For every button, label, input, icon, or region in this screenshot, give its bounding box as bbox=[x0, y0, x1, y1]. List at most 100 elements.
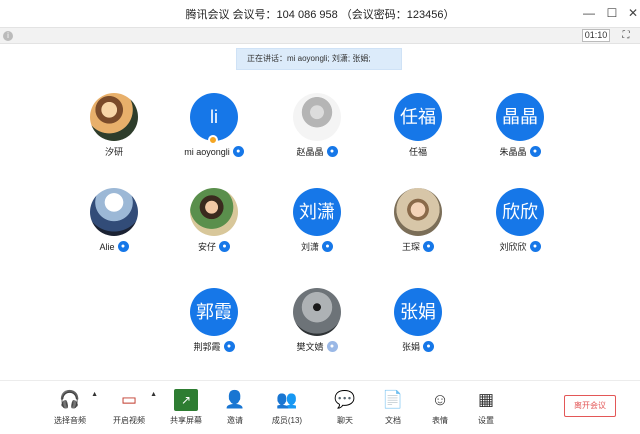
invite-label: 邀请 bbox=[227, 416, 243, 425]
docs-button[interactable]: 📄 文档 bbox=[371, 389, 415, 431]
avatar: 欣欣 bbox=[496, 188, 544, 236]
speaking-banner: 正在讲话：mi aoyongli; 刘潇; 张娟; bbox=[236, 48, 402, 70]
members-label: 成员(13) bbox=[271, 416, 303, 425]
participant-tile[interactable]: 郭霞荆郭霞 ● bbox=[164, 288, 264, 364]
fullscreen-icon[interactable]: ⛶ bbox=[619, 29, 633, 42]
settings-label: 设置 bbox=[478, 416, 494, 425]
video-button[interactable]: ▭ ▲ 开启视频 bbox=[107, 389, 157, 431]
participant-tile[interactable]: 任福 任福 bbox=[368, 93, 468, 169]
members-icon: 👥 bbox=[276, 390, 298, 409]
participant-name: mi aoyongli bbox=[184, 147, 230, 157]
members-button[interactable]: 👥 成员(13) bbox=[265, 389, 309, 431]
participant-tile[interactable]: 晶晶朱晶晶 ● bbox=[470, 93, 570, 169]
status-bar: i 01:10 ⛶ bbox=[0, 27, 640, 44]
mic-icon: ● bbox=[529, 146, 541, 158]
invite-button[interactable]: 👤 邀请 bbox=[213, 389, 257, 431]
docs-label: 文档 bbox=[385, 416, 401, 425]
video-caret-icon[interactable]: ▲ bbox=[150, 391, 157, 398]
mic-muted-icon: ● bbox=[326, 341, 338, 353]
participant-name: 刘欣欣 bbox=[499, 242, 527, 252]
share-screen-button[interactable]: ↗ 共享屏幕 bbox=[164, 389, 208, 431]
participant-tile[interactable]: 欣欣刘欣欣 ● bbox=[470, 188, 570, 264]
bottom-toolbar: 🎧 ▲ 选择音频 ▭ ▲ 开启视频 ↗ 共享屏幕 👤 邀请 👥 成员(13) 💬… bbox=[0, 380, 640, 434]
audio-label: 选择音频 bbox=[54, 416, 86, 425]
avatar: 刘潇 bbox=[293, 188, 341, 236]
participant-name-row: 荆郭霞 ● bbox=[164, 340, 264, 354]
participant-name: 王琛 bbox=[401, 242, 420, 252]
participant-tile[interactable]: Alie ● bbox=[64, 188, 164, 264]
close-icon[interactable]: ✕ bbox=[624, 4, 640, 22]
avatar bbox=[293, 288, 341, 336]
mic-icon: ● bbox=[117, 241, 129, 253]
participant-name: 赵晶晶 bbox=[296, 147, 324, 157]
leave-meeting-button[interactable]: 离开会议 bbox=[564, 395, 616, 417]
participant-name-row: 刘潇 ● bbox=[267, 240, 367, 254]
participant-tile[interactable]: 王琛 ● bbox=[368, 188, 468, 264]
host-badge-icon bbox=[208, 135, 218, 145]
avatar: li bbox=[190, 93, 238, 141]
chat-label: 聊天 bbox=[337, 416, 353, 425]
chat-icon: 💬 bbox=[334, 390, 356, 409]
participant-name-row: 汐研 bbox=[64, 145, 164, 159]
participant-name-row: 张娟 ● bbox=[368, 340, 468, 354]
meeting-info-icon[interactable]: i bbox=[3, 31, 13, 41]
settings-grid-icon: ▦ bbox=[477, 390, 495, 409]
avatar: 张娟 bbox=[394, 288, 442, 336]
participant-tile[interactable]: 张娟 张娟 ● bbox=[368, 288, 468, 364]
chat-button[interactable]: 💬 聊天 bbox=[323, 389, 367, 431]
participant-tile[interactable]: 汐研 bbox=[64, 93, 164, 169]
maximize-icon[interactable]: ☐ bbox=[603, 4, 621, 22]
avatar bbox=[90, 188, 138, 236]
avatar bbox=[90, 93, 138, 141]
audio-caret-icon[interactable]: ▲ bbox=[91, 391, 98, 398]
audio-button[interactable]: 🎧 ▲ 选择音频 bbox=[48, 389, 98, 431]
participant-name: 荆郭霞 bbox=[193, 342, 221, 352]
participant-name-row: mi aoyongli ● bbox=[164, 145, 264, 159]
avatar bbox=[190, 188, 238, 236]
participant-name: 任福 bbox=[408, 147, 427, 157]
participant-name: 刘潇 bbox=[300, 242, 319, 252]
participant-tile[interactable]: 樊文婧 ● bbox=[267, 288, 367, 364]
participant-name-row: 朱晶晶 ● bbox=[470, 145, 570, 159]
mic-icon: ● bbox=[223, 341, 235, 353]
avatar: 任福 bbox=[394, 93, 442, 141]
title-bar: 腾讯会议 会议号：104 086 958 （会议密码：123456） — ☐ ✕ bbox=[0, 0, 640, 27]
participant-tile[interactable]: li mi aoyongli ● bbox=[164, 93, 264, 169]
share-label: 共享屏幕 bbox=[170, 416, 202, 425]
emoji-label: 表情 bbox=[432, 416, 448, 425]
participant-name-row: 安仔 ● bbox=[164, 240, 264, 254]
settings-button[interactable]: ▦ 设置 bbox=[464, 389, 508, 431]
video-off-icon: ▭ bbox=[120, 390, 138, 409]
share-screen-icon: ↗ bbox=[174, 389, 198, 411]
avatar: 郭霞 bbox=[190, 288, 238, 336]
meeting-timer: 01:10 bbox=[582, 29, 610, 42]
participant-name: 朱晶晶 bbox=[499, 147, 527, 157]
participant-name: 安仔 bbox=[197, 242, 216, 252]
participant-name-row: 樊文婧 ● bbox=[267, 340, 367, 354]
minimize-icon[interactable]: — bbox=[580, 4, 598, 22]
participant-tile[interactable]: 刘潇 刘潇 ● bbox=[267, 188, 367, 264]
participant-name: 张娟 bbox=[401, 342, 420, 352]
participant-name: 汐研 bbox=[104, 147, 123, 157]
participant-name-row: 任福 bbox=[368, 145, 468, 159]
participant-name-row: 刘欣欣 ● bbox=[470, 240, 570, 254]
participant-name-row: 赵晶晶 ● bbox=[267, 145, 367, 159]
participant-name-row: Alie ● bbox=[64, 240, 164, 254]
emoji-button[interactable]: ☺ 表情 bbox=[418, 389, 462, 431]
mic-icon: ● bbox=[219, 241, 230, 253]
document-icon: 📄 bbox=[382, 390, 404, 409]
window-title: 腾讯会议 会议号：104 086 958 （会议密码：123456） bbox=[185, 9, 455, 21]
participant-tile[interactable]: 安仔 ● bbox=[164, 188, 264, 264]
mic-icon: ● bbox=[423, 241, 434, 253]
participant-tile[interactable]: 赵晶晶 ● bbox=[267, 93, 367, 169]
mic-icon: ● bbox=[322, 241, 333, 253]
participant-name-row: 王琛 ● bbox=[368, 240, 468, 254]
headset-icon: 🎧 bbox=[59, 390, 81, 409]
participant-name: 樊文婧 bbox=[296, 342, 324, 352]
invite-icon: 👤 bbox=[224, 390, 246, 409]
video-label: 开启视频 bbox=[113, 416, 145, 425]
mic-icon: ● bbox=[529, 241, 541, 253]
avatar bbox=[394, 188, 442, 236]
avatar: 晶晶 bbox=[496, 93, 544, 141]
mic-icon: ● bbox=[326, 146, 338, 158]
